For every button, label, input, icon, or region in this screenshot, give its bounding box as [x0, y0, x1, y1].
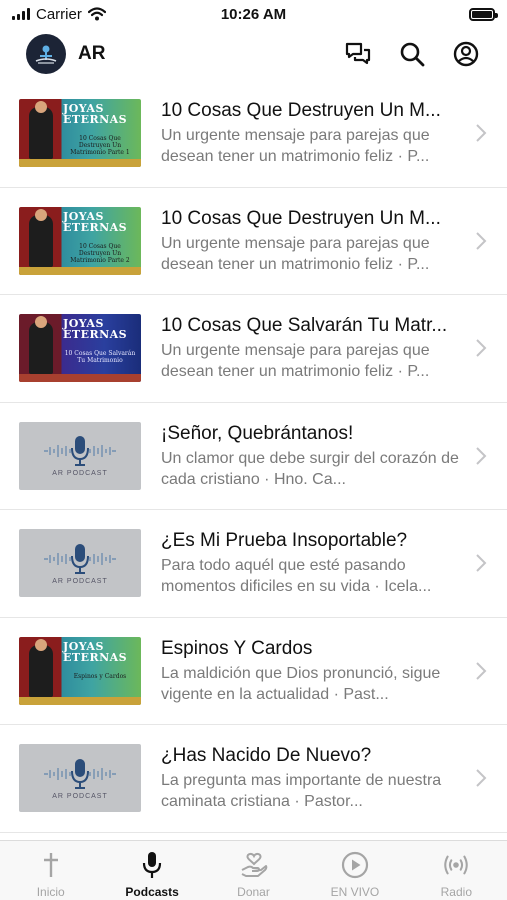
episode-thumbnail: JOYAS ETERNAS 10 Cosas Que Destruyen Un … [19, 206, 141, 275]
tab-inicio[interactable]: Inicio [0, 841, 101, 900]
episode-description: La pregunta mas importante de nuestra ca… [161, 772, 442, 811]
thumbnail-title: AR PODCAST [52, 470, 108, 478]
search-icon [400, 42, 425, 67]
donate-heart-hand-icon [240, 851, 268, 879]
episode-description: Un urgente mensaje para parejas que dese… [161, 234, 430, 273]
episode-description: Un urgente mensaje para parejas que dese… [161, 127, 430, 166]
user-circle-icon [453, 41, 479, 67]
microphone-icon [138, 851, 166, 879]
thumbnail-title: JOYAS ETERNAS [63, 639, 128, 664]
chevron-right-icon [476, 124, 487, 142]
thumbnail-title: AR PODCAST [52, 792, 108, 800]
episode-row[interactable]: JOYAS ETERNAS 10 Cosas Que Salvarán Tu M… [0, 295, 507, 403]
chevron-right-icon [476, 554, 487, 572]
battery-icon [469, 7, 498, 21]
status-bar: Carrier 10:26 AM [0, 0, 507, 28]
radio-broadcast-icon [442, 851, 470, 879]
app-title: AR [78, 43, 106, 64]
episode-text: 10 Cosas Que Destruyen Un M... Un urgent… [161, 207, 461, 275]
app-header: AR [0, 28, 507, 80]
header-actions [343, 39, 481, 69]
episode-thumbnail: JOYAS ETERNAS Espinos y Cardos [19, 636, 141, 705]
episode-row[interactable]: JOYAS ETERNAS 10 Cosas Que Destruyen Un … [0, 188, 507, 295]
episode-title: ¿Has Nacido De Nuevo? [161, 745, 372, 767]
episode-row[interactable]: AR PODCAST ¡Señor, Quebrántanos! Un clam… [0, 403, 507, 510]
tab-donar[interactable]: Donar [203, 841, 304, 900]
episode-text: ¿Es Mi Prueba Insoportable? Para todo aq… [161, 529, 461, 597]
chevron-right-icon [476, 769, 487, 787]
tab-label: Inicio [36, 885, 65, 899]
episode-title: Espinos Y Cardos [161, 637, 313, 659]
search-button[interactable] [397, 39, 427, 69]
episode-title: 10 Cosas Que Destruyen Un M... [161, 100, 441, 122]
thumbnail-title: AR PODCAST [52, 577, 108, 585]
podcast-microphone-icon [44, 758, 116, 789]
app-logo-avatar[interactable] [26, 34, 66, 74]
episode-description: Un urgente mensaje para parejas que dese… [161, 342, 430, 381]
logo-icon [35, 45, 57, 64]
chat-button[interactable] [343, 39, 373, 69]
episode-description: La maldición que Dios pronunció, sigue v… [161, 664, 441, 703]
chat-bubbles-icon [345, 42, 371, 65]
tab-bar: Inicio Podcasts Donar EN VIVO Radio [0, 840, 507, 900]
tab-label: Donar [237, 885, 270, 899]
episode-text: ¿Has Nacido De Nuevo? La pregunta mas im… [161, 744, 461, 812]
thumbnail-title: JOYAS ETERNAS [63, 317, 128, 342]
cross-icon [37, 851, 65, 879]
account-button[interactable] [451, 39, 481, 69]
episode-text: ¡Señor, Quebrántanos! Un clamor que debe… [161, 422, 461, 490]
episode-thumbnail: JOYAS ETERNAS 10 Cosas Que Destruyen Un … [19, 99, 141, 168]
episode-text: 10 Cosas Que Salvarán Tu Matr... Un urge… [161, 314, 461, 382]
episode-title: ¡Señor, Quebrántanos! [161, 422, 354, 444]
episode-text: Espinos Y Cardos La maldición que Dios p… [161, 637, 461, 705]
chevron-right-icon [476, 232, 487, 250]
thumbnail-title: JOYAS ETERNAS [63, 102, 128, 127]
podcast-microphone-icon [44, 436, 116, 467]
podcast-microphone-icon [44, 543, 116, 574]
episode-thumbnail: AR PODCAST [19, 744, 141, 813]
chevron-right-icon [476, 662, 487, 680]
signal-icon [12, 8, 30, 20]
wifi-icon [87, 7, 106, 21]
tab-label: Podcasts [125, 885, 179, 899]
thumbnail-title: JOYAS ETERNAS [63, 209, 128, 234]
episode-thumbnail: JOYAS ETERNAS 10 Cosas Que Salvarán Tu M… [19, 314, 141, 383]
tab-podcasts[interactable]: Podcasts [101, 841, 202, 900]
tab-label: EN VIVO [330, 885, 380, 899]
thumbnail-subtitle: 10 Cosas Que Destruyen Un Matrimonio Par… [70, 242, 130, 264]
tab-radio[interactable]: Radio [406, 841, 507, 900]
episode-description: Para todo aquél que esté pasando momento… [161, 557, 432, 596]
episode-row[interactable]: JOYAS ETERNAS Espinos y Cardos Espinos Y… [0, 618, 507, 725]
thumbnail-subtitle: 10 Cosas Que Salvarán Tu Matrimonio [64, 350, 136, 365]
episode-list: JOYAS ETERNAS 10 Cosas Que Destruyen Un … [0, 80, 507, 833]
episode-row[interactable]: AR PODCAST ¿Has Nacido De Nuevo? La preg… [0, 725, 507, 833]
episode-thumbnail: AR PODCAST [19, 421, 141, 490]
chevron-right-icon [476, 447, 487, 465]
thumbnail-subtitle: Espinos y Cardos [73, 672, 127, 680]
status-left: Carrier [12, 6, 106, 23]
episode-title: 10 Cosas Que Salvarán Tu Matr... [161, 315, 448, 337]
episode-title: ¿Es Mi Prueba Insoportable? [161, 530, 408, 552]
episode-row[interactable]: AR PODCAST ¿Es Mi Prueba Insoportable? P… [0, 510, 507, 618]
episode-description: Un clamor que debe surgir del corazón de… [161, 449, 459, 488]
carrier-label: Carrier [36, 5, 82, 23]
tab-label: Radio [440, 885, 472, 899]
tab-en-vivo[interactable]: EN VIVO [304, 841, 405, 900]
episode-title: 10 Cosas Que Destruyen Un M... [161, 207, 441, 229]
thumbnail-subtitle: 10 Cosas Que Destruyen Un Matrimonio Par… [70, 135, 130, 157]
chevron-right-icon [476, 339, 487, 357]
play-circle-icon [341, 851, 369, 879]
episode-row[interactable]: JOYAS ETERNAS 10 Cosas Que Destruyen Un … [0, 80, 507, 188]
episode-text: 10 Cosas Que Destruyen Un M... Un urgent… [161, 99, 461, 167]
episode-thumbnail: AR PODCAST [19, 529, 141, 598]
